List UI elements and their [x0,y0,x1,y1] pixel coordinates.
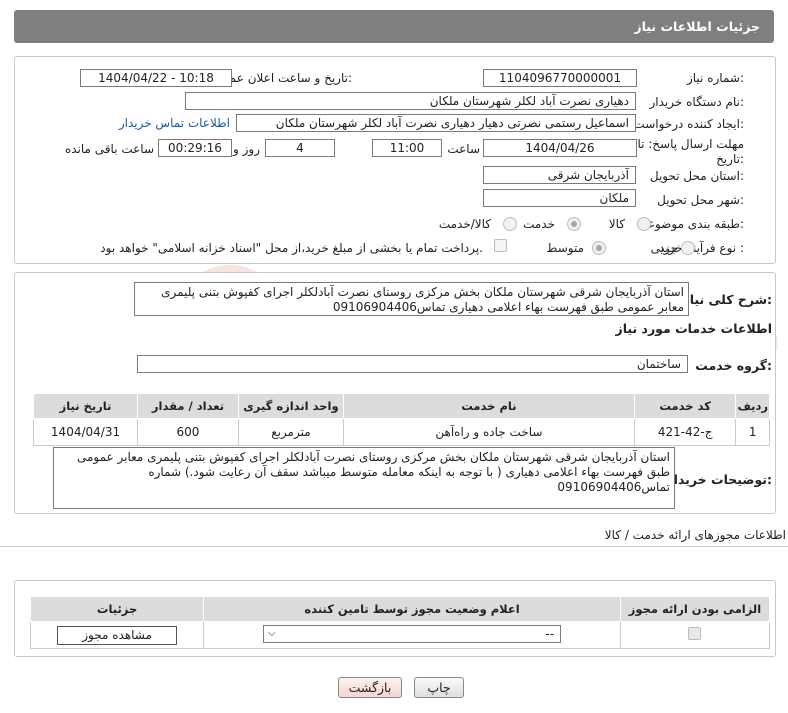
buyer-org-label: نام دستگاه خریدار: [649,95,745,109]
need-number-label: شماره نیاز: [686,71,744,85]
permit-status-select[interactable]: -- ⌵ [263,624,562,643]
payment-note: پرداخت تمام یا بخشی از مبلغ خرید،از محل … [100,241,483,255]
creator-label: ایجاد کننده درخواست: [633,117,744,131]
col-date: تاریخ نیاز [32,393,139,419]
table-row: -- ⌵ مشاهده مجوز [29,621,771,649]
treasury-checkbox[interactable] [494,239,507,252]
service-group-field: ساختمان [137,355,688,373]
cell-unit: مترمربع [237,418,344,446]
province-field: آذربایجان شرقی [483,166,636,184]
table-row: 1 ج-42-421 ساخت جاده و راه‌آهن مترمربع 6… [32,418,770,446]
cell-name: ساخت جاده و راه‌آهن [342,418,635,446]
description-text: استان آذربایجان شرقی شهرستان ملکان بخش م… [134,282,689,316]
page-title: جزئیات اطلاعات نیاز [634,19,760,34]
description-label: شرح کلی نیاز: [682,292,773,307]
details-panel [14,56,776,264]
remaining-label: ساعت باقی مانده [64,142,154,156]
deadline-time-label: ساعت [447,142,480,156]
category-goods-label: کالا [608,217,625,231]
city-label: شهر محل تحویل: [657,193,744,207]
purchase-partial-radio[interactable] [681,241,695,255]
need-number-field: 1104096770000001 [483,69,637,87]
buyer-notes-text: استان آذربایجان شرقی شهرستان ملکان بخش م… [53,447,675,509]
creator-field: اسماعیل رستمی نصرتی دهیار دهیاری نصرت آب… [236,114,636,132]
permits-section-title: اطلاعات مجوزهای ارائه خدمت / کالا [604,528,786,542]
category-service-radio[interactable] [567,217,581,231]
purchase-partial-label: جزیی [650,241,678,255]
cell-code: ج-42-421 [633,418,737,446]
permits-table: الزامی بودن ارائه مجوز اعلام وضعیت مجوز … [29,596,771,649]
print-button[interactable]: چاپ [414,677,464,698]
col-unit: واحد اندازه گیری [237,393,344,419]
deadline-label: مهلت ارسال پاسخ: تا [637,137,744,151]
page-header: جزئیات اطلاعات نیاز [14,10,774,43]
cell-row: 1 [735,418,770,446]
category-goods-radio[interactable] [637,217,651,231]
permit-status-value: -- [545,626,555,641]
purchase-medium-radio[interactable] [592,241,606,255]
services-section-title: اطلاعات خدمات مورد نیاز [615,321,773,336]
col-code: کد خدمت [633,393,737,419]
city-field: ملکان [483,189,636,207]
service-group-label: گروه خدمت: [695,358,772,373]
cell-qty: 600 [137,418,239,446]
contact-info-link[interactable]: اطلاعات تماس خریدار [119,116,230,130]
deadline-date-field: 1404/04/26 [483,139,637,157]
col-permit-details: جزئیات [29,596,205,622]
category-service-label: خدمت [523,217,555,231]
col-row: ردیف [735,393,770,419]
cell-date: 1404/04/31 [32,418,139,446]
category-label: طبقه بندی موضوعی: [637,217,744,231]
remaining-time-field: 00:29:16 [158,139,232,157]
back-button[interactable]: بازگشت [338,677,402,698]
col-permit-required: الزامی بودن ارائه مجوز [619,596,771,622]
services-table: ردیف کد خدمت نام خدمت واحد اندازه گیری ت… [32,393,770,446]
buyer-notes-label: توضیحات خریدار: [666,472,772,487]
deadline-time-field: 11:00 [372,139,442,157]
purchase-medium-label: متوسط [546,241,584,255]
permit-required-checkbox[interactable] [688,627,702,640]
view-permit-button[interactable]: مشاهده مجوز [57,625,178,645]
col-qty: تعداد / مقدار [137,393,239,419]
province-label: استان محل تحویل: [649,169,744,183]
col-name: نام خدمت [342,393,635,419]
divider [0,546,788,547]
category-both-radio[interactable] [503,217,517,231]
deadline-date-label: تاریخ: [716,152,744,166]
days-label: روز و [233,142,260,156]
col-permit-status: اعلام وضعیت مجوز توسط تامین کننده [203,596,621,622]
category-both-label: کالا/خدمت [438,217,491,231]
days-field: 4 [265,139,335,157]
buyer-org-field: دهیاری نصرت آباد لکلر شهرستان ملکان [185,92,636,110]
chevron-down-icon: ⌵ [268,627,276,639]
announce-field: 1404/04/22 - 10:18 [80,69,232,87]
